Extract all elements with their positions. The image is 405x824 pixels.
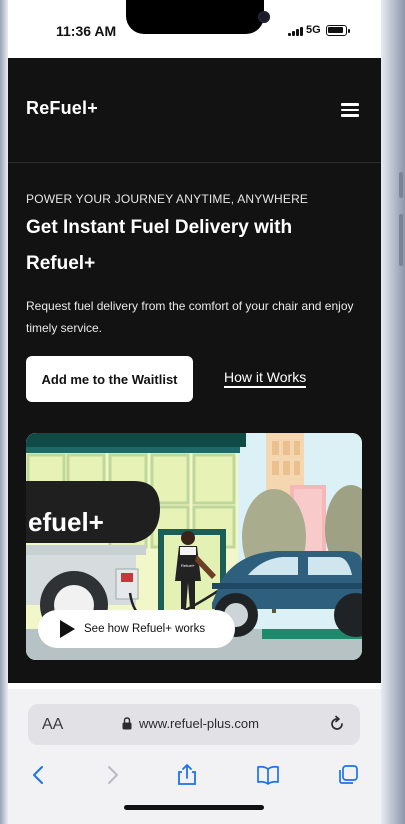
tabs-icon[interactable] xyxy=(336,763,360,787)
phone-frame-right xyxy=(381,0,405,824)
hamburger-menu-icon[interactable] xyxy=(341,103,359,117)
reader-options-label: AA xyxy=(42,716,64,733)
hero-video-thumbnail[interactable]: efuel+ Refuel+ See how Refuel+ works xyxy=(26,433,362,660)
play-video-label: See how Refuel+ works xyxy=(84,623,206,635)
phone-screen: 11:36 AM 5G ReFuel+ POWER YOUR JOURNEY A… xyxy=(8,0,381,824)
home-indicator xyxy=(124,805,264,810)
hero-description: Request fuel delivery from the comfort o… xyxy=(26,299,354,335)
camera-icon xyxy=(258,11,270,23)
play-video-button[interactable]: See how Refuel+ works xyxy=(38,610,235,648)
network-label: 5G xyxy=(306,24,321,36)
hero-eyebrow: POWER YOUR JOURNEY ANYTIME, ANYWHERE xyxy=(26,192,309,206)
how-it-works-link[interactable]: How it Works xyxy=(224,369,307,388)
attendant-badge-text: Refuel+ xyxy=(181,563,196,568)
status-bar: 11:36 AM 5G xyxy=(8,0,381,58)
phone-mockup: 11:36 AM 5G ReFuel+ POWER YOUR JOURNEY A… xyxy=(0,0,405,824)
waitlist-button[interactable]: Add me to the Waitlist xyxy=(26,356,193,402)
phone-side-button xyxy=(399,172,403,198)
browser-toolbar: AA www.refuel-plus.com xyxy=(8,689,381,824)
logo[interactable]: ReFuel+ xyxy=(26,98,98,119)
forward-icon[interactable] xyxy=(100,763,124,787)
share-icon[interactable] xyxy=(175,763,199,787)
status-time: 11:36 AM xyxy=(56,23,117,39)
address-bar[interactable]: AA www.refuel-plus.com xyxy=(28,704,360,745)
back-icon[interactable] xyxy=(27,763,51,787)
site-header: ReFuel+ xyxy=(8,58,381,163)
signal-icon xyxy=(288,26,304,36)
hero-headline: Get Instant Fuel Delivery with Refuel+ xyxy=(26,217,293,274)
battery-icon xyxy=(326,25,350,36)
phone-side-button xyxy=(399,214,403,266)
play-icon xyxy=(60,620,75,638)
reload-icon[interactable] xyxy=(328,715,346,733)
url-text: www.refuel-plus.com xyxy=(139,716,259,731)
reader-options-button[interactable]: AA xyxy=(42,716,63,734)
phone-frame-left xyxy=(0,0,8,824)
bookmarks-icon[interactable] xyxy=(256,763,280,787)
tank-logo-text: efuel+ xyxy=(28,507,104,537)
web-page: ReFuel+ POWER YOUR JOURNEY ANYTIME, ANYW… xyxy=(8,58,381,683)
notch xyxy=(126,0,270,34)
lock-icon xyxy=(122,717,132,730)
